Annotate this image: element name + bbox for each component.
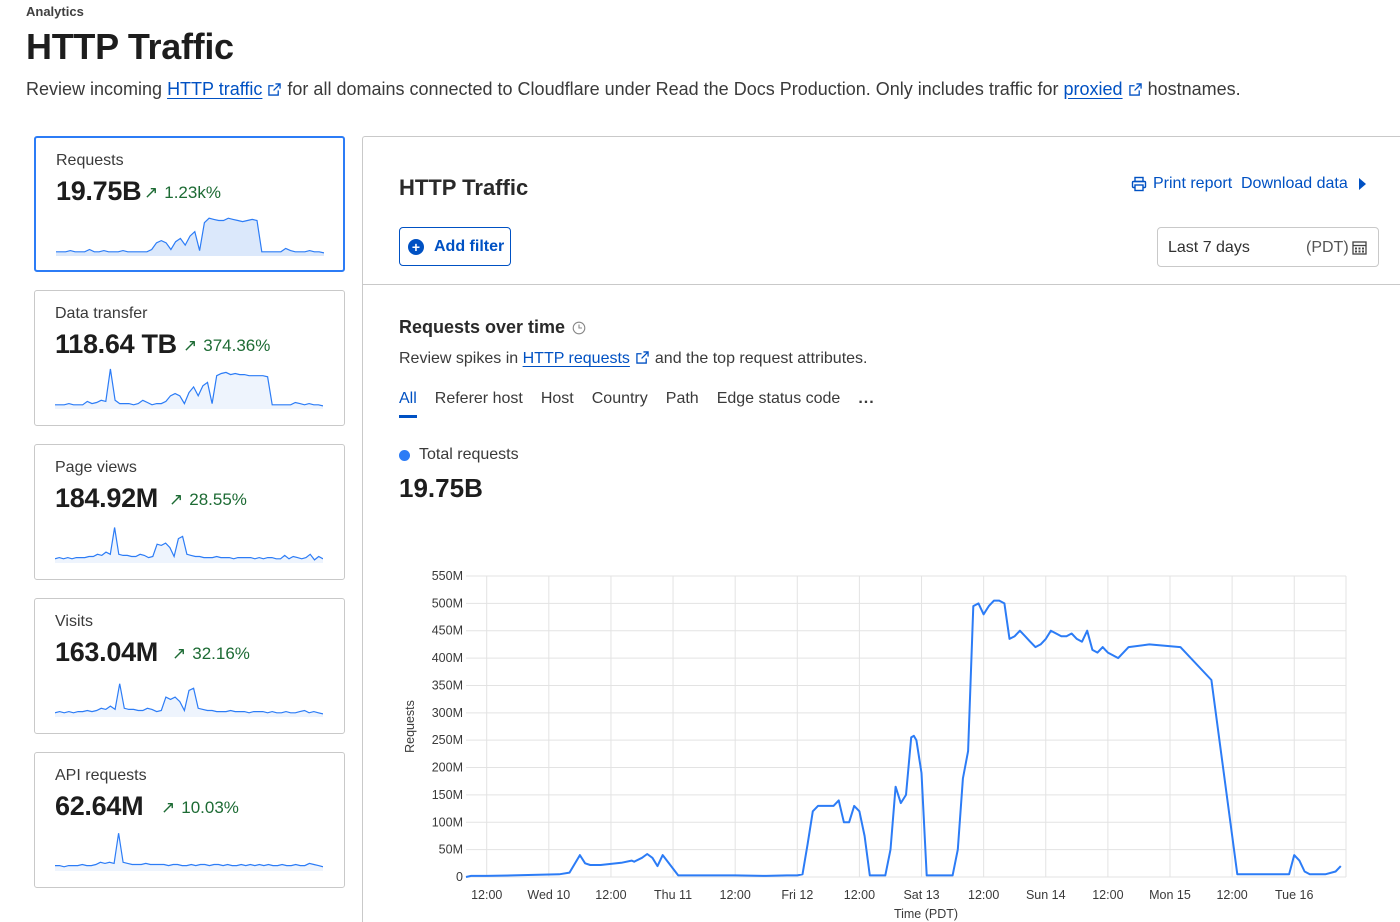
sparkline xyxy=(55,527,323,563)
metric-change-value: 10.03% xyxy=(181,798,239,817)
http-traffic-link[interactable]: HTTP traffic xyxy=(167,79,262,99)
x-tick-label: 12:00 xyxy=(1092,888,1123,902)
y-axis-title: Requests xyxy=(403,700,417,753)
metric-label: API requests xyxy=(55,767,147,784)
proxied-link[interactable]: proxied xyxy=(1064,79,1123,99)
y-tick-label: 50M xyxy=(439,843,463,857)
y-tick-label: 400M xyxy=(432,651,463,665)
x-tick-label: Sun 14 xyxy=(1026,888,1066,902)
x-tick-label: 12:00 xyxy=(595,888,626,902)
trend-up-icon: ↗ xyxy=(183,336,198,355)
metric-card-page-views[interactable]: Page views 184.92M ↗ 28.55% xyxy=(34,444,345,580)
external-link-icon[interactable] xyxy=(268,83,282,96)
y-tick-label: 450M xyxy=(432,624,463,638)
metric-value: 62.64M xyxy=(55,791,144,821)
sparkline xyxy=(55,368,323,409)
metric-card-data-transfer[interactable]: Data transfer 118.64 TB ↗ 374.36% xyxy=(34,290,345,426)
desc-text-2: for all domains connected to Cloudflare … xyxy=(287,79,1064,99)
metric-card-requests[interactable]: Requests 19.75B ↗ 1.23k% xyxy=(34,136,345,272)
page-description: Review incoming HTTP traffic for all doma… xyxy=(26,79,1241,100)
metric-change: ↗ 32.16% xyxy=(172,644,250,664)
sparkline xyxy=(55,833,323,871)
eyebrow: Analytics xyxy=(26,4,84,19)
metric-card-api-requests[interactable]: API requests 62.64M ↗ 10.03% xyxy=(34,752,345,888)
trend-up-icon: ↗ xyxy=(144,183,159,202)
y-tick-label: 300M xyxy=(432,706,463,720)
y-tick-label: 250M xyxy=(432,733,463,747)
series-line-total-requests xyxy=(465,599,1342,878)
metric-value: 118.64 TB xyxy=(55,329,177,359)
y-tick-label: 500M xyxy=(432,596,463,610)
metric-value: 163.04M xyxy=(55,637,158,667)
metric-value: 19.75B xyxy=(56,176,142,206)
metric-change-value: 28.55% xyxy=(189,490,247,509)
x-tick-label: 12:00 xyxy=(1216,888,1247,902)
x-tick-label: Sat 13 xyxy=(903,888,939,902)
trend-up-icon: ↗ xyxy=(161,798,176,817)
x-tick-label: 12:00 xyxy=(844,888,875,902)
metric-change-value: 374.36% xyxy=(203,336,271,355)
requests-chart: 0 50M 100M 150M 200M 250M 300M 350M 400M 450M 500M… xyxy=(403,569,1347,921)
trend-up-icon: ↗ xyxy=(172,644,187,663)
sparkline-line xyxy=(55,833,323,868)
desc-text-1: Review incoming xyxy=(26,79,168,99)
metric-change: ↗ 28.55% xyxy=(169,490,247,510)
x-tick-label: Fri 12 xyxy=(781,888,813,902)
sparkline xyxy=(55,683,323,717)
desc-text-3: hostnames. xyxy=(1147,79,1241,99)
y-tick-label: 550M xyxy=(432,569,463,583)
y-tick-label: 150M xyxy=(432,788,463,802)
y-tick-label: 100M xyxy=(432,815,463,829)
metric-label: Visits xyxy=(55,613,93,630)
x-tick-label: Tue 16 xyxy=(1275,888,1314,902)
y-tick-label: 200M xyxy=(432,761,463,775)
x-tick-label: Wed 10 xyxy=(527,888,570,902)
x-tick-label: Thu 11 xyxy=(654,888,692,902)
sparkline-line xyxy=(55,527,323,561)
x-tick-label: 12:00 xyxy=(968,888,999,902)
metric-change-value: 1.23k% xyxy=(164,183,221,202)
y-tick-label: 0 xyxy=(456,870,463,884)
metric-change: ↗ 374.36% xyxy=(183,336,270,356)
x-axis-title: Time (PDT) xyxy=(894,907,958,921)
sparkline xyxy=(56,217,324,256)
metric-value: 184.92M xyxy=(55,483,158,513)
y-tick-label: 350M xyxy=(432,678,463,692)
metric-change: ↗ 10.03% xyxy=(161,798,239,818)
x-tick-label: 12:00 xyxy=(471,888,502,902)
metric-change-value: 32.16% xyxy=(192,644,250,663)
metric-label: Page views xyxy=(55,459,137,476)
x-tick-label: 12:00 xyxy=(720,888,751,902)
metric-change: ↗ 1.23k% xyxy=(144,183,221,203)
x-tick-label: Mon 15 xyxy=(1149,888,1191,902)
metric-label: Requests xyxy=(56,152,124,169)
metric-card-visits[interactable]: Visits 163.04M ↗ 32.16% xyxy=(34,598,345,734)
page-title: HTTP Traffic xyxy=(26,26,234,67)
metric-label: Data transfer xyxy=(55,305,148,322)
traffic-panel: HTTP Traffic Print report Download data … xyxy=(362,136,1400,922)
trend-up-icon: ↗ xyxy=(169,490,184,509)
external-link-icon[interactable] xyxy=(1128,83,1142,96)
